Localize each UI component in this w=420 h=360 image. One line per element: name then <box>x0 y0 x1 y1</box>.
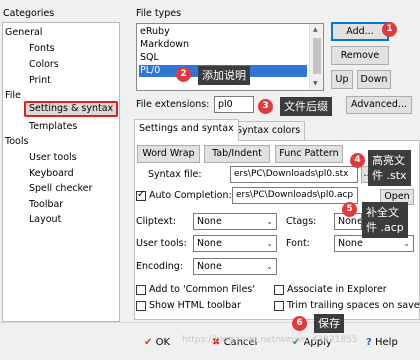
footer-divider <box>0 322 420 323</box>
annotation-tip-6: 保存 <box>314 314 344 333</box>
help-button[interactable]: ? Help <box>366 334 398 352</box>
annotation-tip-5: 补全文 件 .acp <box>362 202 408 238</box>
annotation-badge-6: 6 <box>292 316 307 331</box>
syntax-file-label: Syntax file: <box>148 169 202 180</box>
file-type-item[interactable]: eRuby <box>139 26 170 38</box>
chevron-down-icon: ⌄ <box>403 239 410 248</box>
encoding-label: Encoding: <box>136 261 183 272</box>
user-tools-value: None <box>197 238 222 249</box>
check-icon: ✔ <box>144 337 153 348</box>
tree-item-print[interactable]: Print <box>29 74 51 88</box>
tree-item-spell-checker[interactable]: Spell checker <box>29 182 92 196</box>
encoding-select[interactable]: None ⌄ <box>193 258 277 275</box>
tree-item-fonts[interactable]: Fonts <box>29 42 55 56</box>
cliptext-label: Cliptext: <box>136 216 176 227</box>
watermark: https://blog.csdn.net/weixin_43821855 <box>182 335 358 345</box>
tree-item-file[interactable]: File <box>5 89 21 103</box>
associate-label: Associate in Explorer <box>287 284 387 295</box>
file-types-title: File types <box>136 8 182 19</box>
trim-label: Trim trailing spaces on save <box>287 300 420 311</box>
annotation-badge-4: 4 <box>350 153 365 168</box>
tab-indent-button[interactable]: Tab/Indent <box>204 145 270 163</box>
auto-completion-checkbox[interactable] <box>136 189 146 201</box>
tab-syntax-colors[interactable]: Syntax colors <box>231 121 306 140</box>
tree-item-user-tools[interactable]: User tools <box>29 151 77 165</box>
scroll-up-arrow-icon[interactable]: ▲ <box>313 26 318 33</box>
annotation-badge-2: 2 <box>176 67 191 82</box>
tree-item-general[interactable]: General <box>5 26 42 40</box>
file-extensions-input[interactable]: pl0 <box>214 96 254 113</box>
help-icon: ? <box>366 337 372 348</box>
chevron-down-icon: ⌄ <box>266 239 273 248</box>
font-value: None <box>338 238 363 249</box>
annotation-badge-1: 1 <box>382 22 397 37</box>
tree-item-templates[interactable]: Templates <box>29 120 77 134</box>
remove-button[interactable]: Remove <box>331 46 389 65</box>
file-extensions-label: File extensions: <box>136 99 210 110</box>
ok-button[interactable]: ✔ OK <box>144 334 170 352</box>
ctags-label: Ctags: <box>286 216 317 227</box>
chevron-down-icon: ⌄ <box>266 262 273 271</box>
annotation-tip-4: 高亮文 件 .stx <box>368 150 411 186</box>
up-button[interactable]: Up <box>331 70 353 89</box>
encoding-value: None <box>197 261 222 272</box>
user-tools-label: User tools: <box>136 238 187 249</box>
tree-item-colors[interactable]: Colors <box>29 58 59 72</box>
file-type-item[interactable]: Markdown <box>139 39 189 51</box>
categories-tree[interactable]: General Fonts Colors Print File Settings… <box>2 22 120 322</box>
tree-item-keyboard[interactable]: Keyboard <box>29 167 74 181</box>
tree-item-toolbar[interactable]: Toolbar <box>29 198 63 212</box>
user-tools-select[interactable]: None ⌄ <box>193 235 277 252</box>
cliptext-value: None <box>197 216 222 227</box>
syntax-file-input[interactable]: ers\PC\Downloads\pl0.stx <box>230 166 358 183</box>
word-wrap-button[interactable]: Word Wrap <box>137 145 200 163</box>
associate-checkbox[interactable] <box>274 285 284 295</box>
auto-completion-label: Auto Completion: <box>149 190 232 201</box>
cliptext-select[interactable]: None ⌄ <box>193 213 277 230</box>
file-type-item[interactable]: SQL <box>139 52 159 64</box>
font-label: Font: <box>286 238 310 249</box>
trim-checkbox[interactable] <box>274 301 284 311</box>
tab-settings-syntax[interactable]: Settings and syntax <box>134 119 239 141</box>
annotation-tip-3: 文件后缀 <box>280 97 332 116</box>
scroll-down-arrow-icon[interactable]: ▼ <box>313 80 318 87</box>
common-files-checkbox[interactable] <box>136 285 146 295</box>
annotation-badge-5: 5 <box>342 202 357 217</box>
chevron-down-icon: ⌄ <box>266 217 273 226</box>
down-button[interactable]: Down <box>357 70 391 89</box>
html-toolbar-label: Show HTML toolbar <box>149 300 241 311</box>
list-scrollbar[interactable]: ▲ ▼ <box>309 24 323 90</box>
tree-item-settings-syntax[interactable]: Settings & syntax <box>24 101 119 117</box>
advanced-button[interactable]: Advanced... <box>346 96 412 114</box>
tree-item-tools[interactable]: Tools <box>5 135 28 149</box>
html-toolbar-checkbox[interactable] <box>136 301 146 311</box>
categories-title: Categories <box>3 8 55 19</box>
auto-completion-input[interactable]: ers\PC\Downloads\pl0.acp <box>232 187 358 204</box>
annotation-badge-3: 3 <box>258 99 273 114</box>
scroll-thumb[interactable] <box>313 38 321 74</box>
func-pattern-button[interactable]: Func Pattern <box>275 145 343 163</box>
ctags-value: None <box>338 216 362 227</box>
common-files-label: Add to 'Common Files' <box>149 284 255 295</box>
add-button[interactable]: Add... <box>331 22 389 41</box>
tree-item-layout[interactable]: Layout <box>29 213 61 227</box>
annotation-tip-2: 添加说明 <box>198 66 250 85</box>
